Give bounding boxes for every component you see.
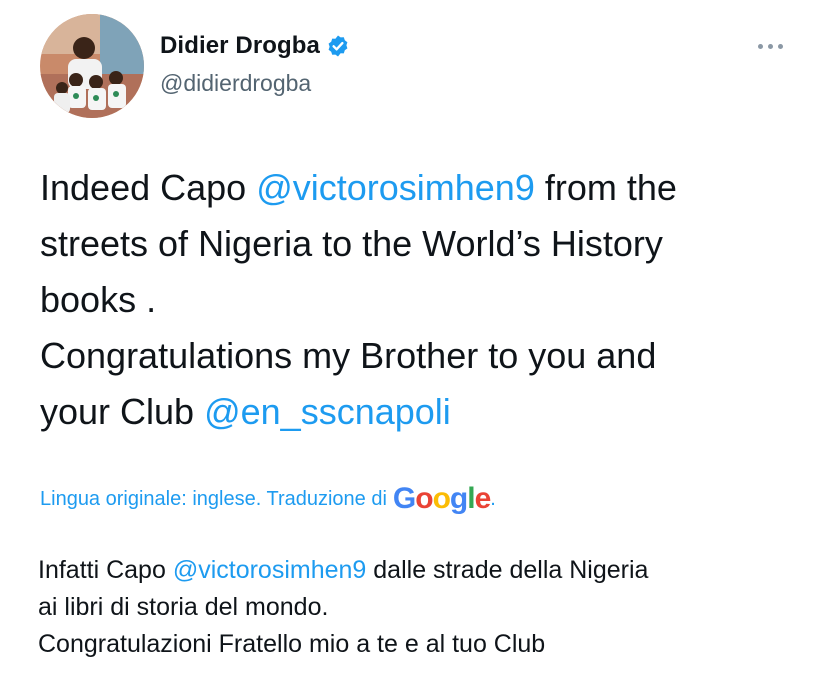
author-handle[interactable]: @didierdrogba — [160, 70, 311, 97]
more-dot — [777, 43, 783, 49]
avatar-photo-icon — [40, 14, 144, 118]
mention-link[interactable]: @victorosimhen9 — [256, 167, 535, 208]
translation-suffix: . — [490, 487, 496, 510]
more-dot — [757, 43, 763, 49]
author-name-row: Didier Drogba — [160, 32, 350, 60]
translated-text-part: Infatti Capo — [38, 556, 173, 584]
verified-badge-icon — [326, 34, 350, 58]
avatar[interactable] — [40, 14, 144, 118]
translated-text: Infatti Capo @victorosimhen9 dalle strad… — [38, 552, 808, 663]
mention-link[interactable]: @victorosimhen9 — [173, 556, 367, 584]
tweet-text: Indeed Capo @victorosimhen9 from the str… — [40, 160, 810, 440]
tweet-text-part: Indeed Capo — [40, 167, 257, 208]
translation-label: Lingua originale: inglese. Traduzione di — [40, 487, 387, 510]
more-options-icon[interactable] — [752, 32, 788, 60]
google-logo: Google — [392, 482, 491, 515]
translation-attribution[interactable]: Lingua originale: inglese. Traduzione di… — [40, 484, 496, 514]
tweet-card: Didier Drogba @didierdrogba Indeed Capo … — [0, 0, 828, 674]
more-dot — [767, 43, 773, 49]
mention-link[interactable]: @en_sscnapoli — [204, 391, 451, 432]
author-display-name[interactable]: Didier Drogba — [160, 32, 320, 60]
